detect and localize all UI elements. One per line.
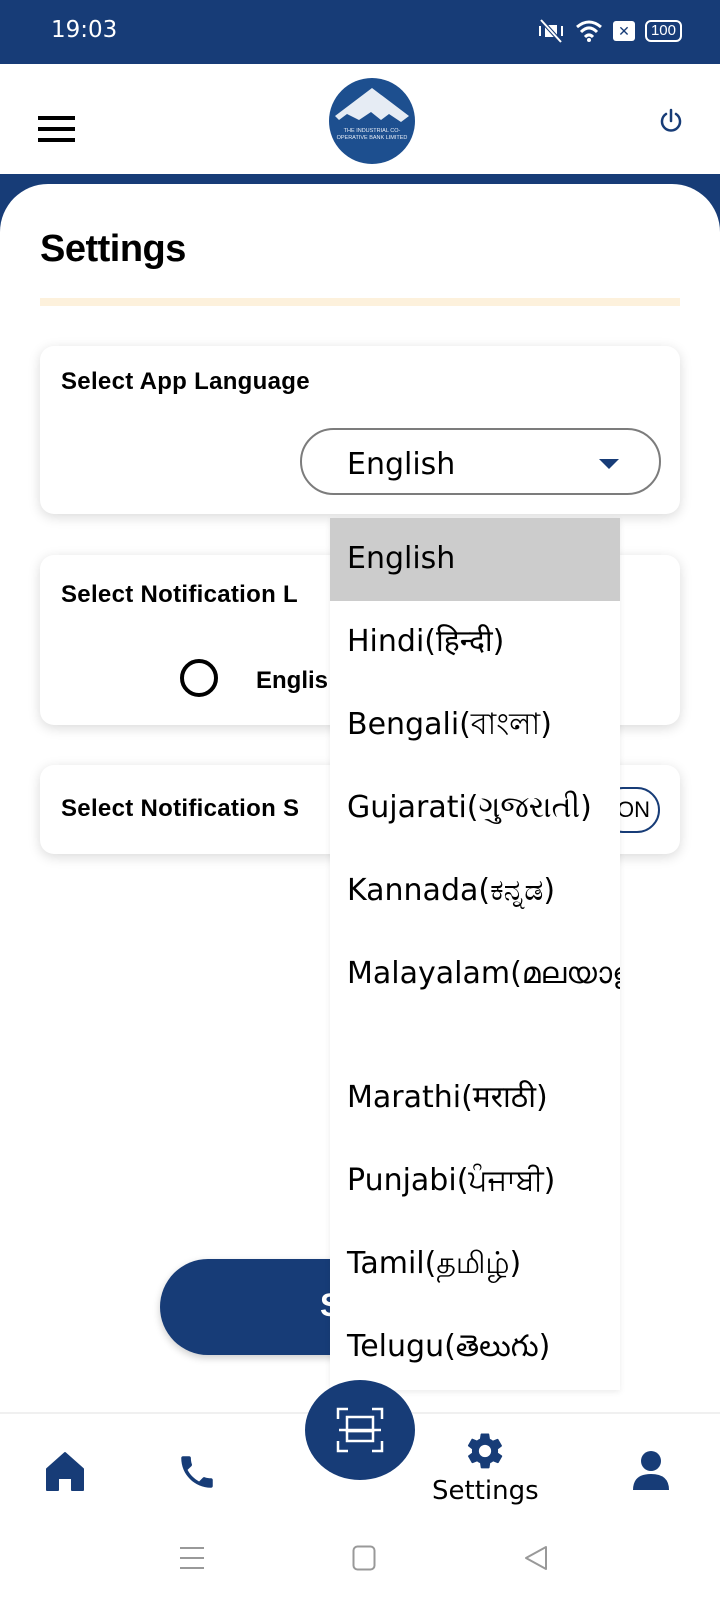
dropdown-option-malayalam[interactable]: Malayalam(മലയാളം) bbox=[330, 933, 620, 1057]
status-bar: 19:03 ✕ 100 bbox=[0, 0, 720, 64]
vibrate-mute-icon bbox=[538, 18, 563, 44]
mountain-logo-icon bbox=[335, 88, 409, 122]
gear-icon bbox=[468, 1433, 503, 1469]
status-icons: ✕ 100 bbox=[537, 18, 682, 44]
power-icon[interactable] bbox=[658, 108, 684, 134]
title-divider bbox=[40, 298, 680, 306]
back-icon[interactable] bbox=[523, 1545, 549, 1571]
app-header: THE INDUSTRIAL CO-OPERATIVE BANK LIMITED bbox=[0, 64, 720, 174]
nav-settings[interactable]: Settings bbox=[432, 1430, 539, 1506]
dropdown-option-bengali[interactable]: Bengali(বাংলা) bbox=[330, 684, 620, 767]
dropdown-option-gujarati[interactable]: Gujarati(ગુજરાતી) bbox=[330, 767, 620, 850]
dropdown-option-kannada[interactable]: Kannada(ಕನ್ನಡ) bbox=[330, 850, 620, 933]
hamburger-icon[interactable] bbox=[38, 116, 75, 142]
dropdown-option-punjabi[interactable]: Punjabi(ਪੰਜਾਬੀ) bbox=[330, 1140, 620, 1223]
dropdown-option-hindi[interactable]: Hindi(हिन्दी) bbox=[330, 601, 620, 684]
caret-down-icon bbox=[599, 459, 619, 469]
notification-sound-label: Select Notification S bbox=[61, 795, 300, 822]
language-dropdown-menu: English Hindi(हिन्दी) Bengali(বাংলা) Guj… bbox=[330, 518, 620, 1390]
app-language-value: English bbox=[347, 447, 456, 482]
home-system-icon[interactable] bbox=[352, 1545, 376, 1571]
bank-logo: THE INDUSTRIAL CO-OPERATIVE BANK LIMITED bbox=[329, 78, 415, 164]
app-language-select[interactable]: English bbox=[300, 428, 661, 495]
nav-home[interactable] bbox=[44, 1450, 86, 1492]
wifi-icon bbox=[576, 20, 602, 42]
nav-settings-label: Settings bbox=[432, 1476, 539, 1506]
phone-icon bbox=[181, 1456, 213, 1488]
user-icon bbox=[633, 1451, 669, 1490]
dropdown-option-telugu[interactable]: Telugu(తెలుగు) bbox=[330, 1306, 620, 1389]
app-language-label: Select App Language bbox=[61, 368, 310, 395]
notification-language-option[interactable]: Englis bbox=[256, 667, 328, 695]
logo-text: THE INDUSTRIAL CO-OPERATIVE BANK LIMITED bbox=[336, 128, 408, 141]
system-nav-bar bbox=[0, 1532, 720, 1612]
page-title: Settings bbox=[40, 228, 186, 270]
scan-icon bbox=[336, 1407, 384, 1453]
sim-x-icon: ✕ bbox=[612, 21, 635, 41]
status-time: 19:03 bbox=[51, 17, 118, 43]
battery-icon: 100 bbox=[644, 20, 682, 42]
dropdown-option-marathi[interactable]: Marathi(मराठी) bbox=[330, 1057, 620, 1140]
notification-language-radio[interactable] bbox=[180, 659, 218, 697]
dropdown-option-tamil[interactable]: Tamil(தமிழ்) bbox=[330, 1223, 620, 1306]
dropdown-option-english[interactable]: English bbox=[330, 518, 620, 601]
home-icon bbox=[46, 1452, 84, 1491]
notification-language-label: Select Notification L bbox=[61, 581, 298, 608]
recents-icon[interactable] bbox=[179, 1545, 205, 1571]
app-language-card: Select App Language English bbox=[40, 346, 680, 514]
nav-phone[interactable] bbox=[176, 1450, 218, 1494]
scan-button[interactable] bbox=[305, 1380, 415, 1480]
nav-profile[interactable] bbox=[632, 1450, 670, 1492]
